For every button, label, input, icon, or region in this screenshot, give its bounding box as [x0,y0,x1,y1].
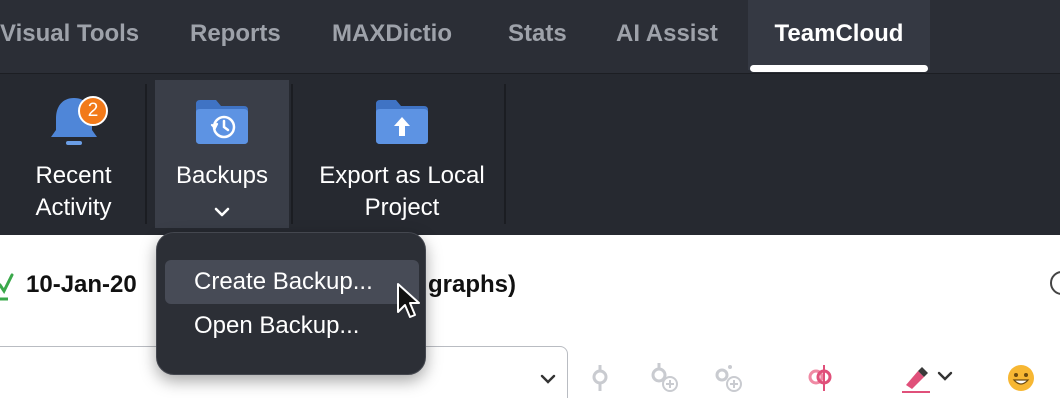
info-circle-icon[interactable] [1050,271,1060,295]
code-anchor-icon[interactable] [586,363,616,393]
ribbon-separator [504,84,506,224]
label-line: Recent [35,162,112,189]
backups-label: Backups [155,160,289,192]
tab-ai-assist[interactable]: AI Assist [616,0,718,70]
create-backup-menu-item[interactable]: Create Backup... [165,260,419,304]
ribbon-tab-bar: Visual Tools Reports MAXDictio Stats AI … [0,0,1060,74]
export-label: Export as Local Project [300,160,504,224]
tab-teamcloud[interactable]: TeamCloud [748,0,930,70]
chevron-down-icon[interactable] [213,206,231,218]
add-multi-code-icon[interactable] [712,363,742,393]
ribbon-separator [145,84,147,224]
chevron-down-icon[interactable] [936,369,954,383]
tab-maxdictio[interactable]: MAXDictio [332,0,452,70]
active-tab-indicator [750,65,928,72]
label-line: Project [364,194,440,221]
ribbon-separator [291,84,293,224]
tab-stats[interactable]: Stats [508,0,567,70]
emoticode-icon[interactable] [1006,363,1036,393]
tab-visual-tools[interactable]: Visual Tools [0,0,139,70]
highlighter-icon[interactable] [900,363,934,393]
edit-check-icon [0,273,14,301]
backups-dropdown-menu: Create Backup... Open Backup... [156,232,426,375]
ribbon-toolbar: Recent Activity 2 Backups Export as Loca… [0,74,1060,235]
open-backup-menu-item[interactable]: Open Backup... [165,304,419,348]
app-window: Visual Tools Reports MAXDictio Stats AI … [0,0,1060,398]
folder-upload-icon [376,100,428,144]
document-title: 10-Jan-20 [26,271,137,298]
backups-button[interactable]: Backups [155,80,289,228]
notification-badge: 2 [78,96,108,126]
tab-reports[interactable]: Reports [190,0,281,70]
color-codes-icon[interactable] [806,363,836,393]
document-title-tail: graphs) [428,271,517,298]
add-code-icon[interactable] [648,363,678,393]
chevron-down-icon[interactable] [538,369,558,389]
mouse-cursor-icon [397,283,420,318]
label-line: Activity [35,194,112,221]
folder-history-icon [196,100,248,144]
export-local-project-button[interactable]: Export as Local Project [300,80,504,228]
recent-activity-button[interactable]: Recent Activity [2,80,145,228]
recent-activity-label: Recent Activity [2,160,145,224]
label-line: Backups [175,162,269,189]
label-line: Export as Local [319,162,485,189]
